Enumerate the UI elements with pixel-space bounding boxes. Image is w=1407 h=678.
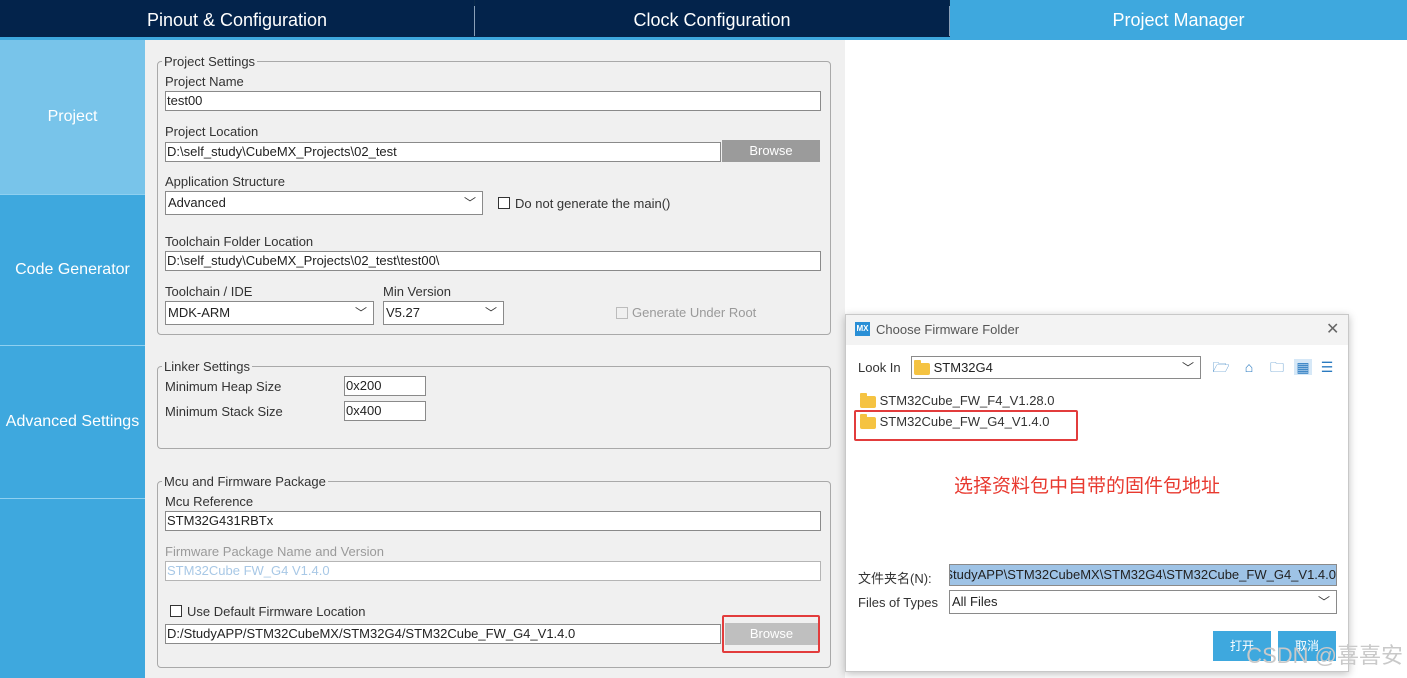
application-structure-select[interactable]: Advanced ﹀ [165,191,483,215]
folder-name-value: StudyAPP\STM32CubeMX\STM32G4\STM32Cube_F… [949,567,1336,582]
sidebar-item-project[interactable]: Project [0,40,145,194]
folder-name-input[interactable]: StudyAPP\STM32CubeMX\STM32G4\STM32Cube_F… [949,564,1337,586]
stack-size-label: Minimum Stack Size [165,404,283,419]
sidebar-item-advanced-settings[interactable]: Advanced Settings [0,346,145,498]
select-value: Advanced [168,195,226,210]
firmware-location-input[interactable]: D:/StudyAPP/STM32CubeMX/STM32G4/STM32Cub… [165,624,721,644]
default-firmware-location-label: Use Default Firmware Location [187,604,366,619]
selection-highlight-box [854,410,1078,441]
project-name-label: Project Name [165,74,244,89]
chevron-down-icon: ﹀ [1317,595,1330,609]
toolchain-folder-label: Toolchain Folder Location [165,234,314,249]
top-tab-bar: Pinout & Configuration Clock Configurati… [0,0,1407,40]
project-name-input[interactable]: test00 [165,91,821,111]
file-types-select[interactable]: All Files ﹀ [949,590,1337,614]
folder-icon [860,392,876,408]
folder-icon [914,359,930,375]
firmware-package-label: Firmware Package Name and Version [165,544,384,559]
annotation-text: 选择资料包中自带的固件包地址 [954,476,1221,497]
group-legend: Project Settings [164,54,256,69]
select-value: All Files [952,594,998,609]
project-location-input[interactable]: D:\self_study\CubeMX_Projects\02_test [165,142,721,162]
select-value: MDK-ARM [168,305,231,320]
file-types-label: Files of Types [858,595,938,610]
no-main-label: Do not generate the main() [515,196,671,211]
chevron-down-icon: ﹀ [1181,361,1194,375]
generate-under-root-checkbox[interactable] [616,307,628,319]
stack-size-input[interactable]: 0x400 [344,401,426,421]
firmware-package-input[interactable]: STM32Cube FW_G4 V1.4.0 [165,561,821,581]
details-view-icon[interactable]: ☰ [1318,359,1336,375]
close-icon[interactable]: ✕ [1326,319,1339,339]
group-legend: Mcu and Firmware Package [164,474,326,489]
tab-label: Pinout & Configuration [146,10,328,30]
watermark-text: CSDN @喜喜安 [1246,643,1403,668]
file-name: STM32Cube_FW_F4_V1.28.0 [879,393,1055,408]
look-in-label: Look In [858,360,901,375]
min-version-select[interactable]: V5.27 ﹀ [383,301,504,325]
dialog-title: Choose Firmware Folder [876,322,1020,337]
folder-name-label: 文件夹名(N): [858,571,932,586]
sidebar-item-code-generator[interactable]: Code Generator [0,195,145,345]
application-structure-label: Application Structure [165,174,285,189]
select-value: V5.27 [386,305,420,320]
min-version-label: Min Version [383,284,451,299]
generate-under-root-label: Generate Under Root [632,305,757,320]
up-folder-icon[interactable]: 🗁 [1212,359,1230,375]
mcu-reference-input[interactable]: STM32G431RBTx [165,511,821,531]
chevron-down-icon: ﹀ [484,306,497,320]
tab-label: Clock Configuration [633,10,791,30]
home-icon[interactable]: ⌂ [1240,359,1258,375]
project-location-label: Project Location [165,124,259,139]
tab-pinout-configuration[interactable]: Pinout & Configuration [0,0,474,37]
sidebar-divider [0,498,145,499]
group-legend: Linker Settings [164,359,250,374]
heap-size-label: Minimum Heap Size [165,379,282,394]
mcu-reference-label: Mcu Reference [165,494,254,509]
new-folder-icon[interactable]: 🗀 [1268,359,1286,375]
choose-firmware-folder-dialog: MX Choose Firmware Folder ✕ Look In STM3… [845,314,1349,672]
project-location-browse-button[interactable]: Browse [722,140,820,162]
sidebar-item-label: Code Generator [15,261,130,278]
toolchain-ide-label: Toolchain / IDE [165,284,253,299]
project-manager-panel: Project Settings Project Name test00 Pro… [145,40,845,678]
toolchain-ide-select[interactable]: MDK-ARM ﹀ [165,301,374,325]
tab-project-manager[interactable]: Project Manager [950,0,1407,40]
tab-clock-configuration[interactable]: Clock Configuration [475,0,949,37]
no-main-checkbox[interactable] [498,197,510,209]
list-view-icon[interactable]: ▦ [1294,359,1312,375]
mx-logo-icon: MX [855,322,870,336]
sidebar-item-label: Project [47,108,98,125]
file-list-item[interactable]: STM32Cube_FW_F4_V1.28.0 [860,392,1055,408]
look-in-select[interactable]: STM32G4 ﹀ [911,356,1201,379]
default-firmware-location-checkbox[interactable] [170,605,182,617]
heap-size-input[interactable]: 0x200 [344,376,426,396]
select-value: STM32G4 [933,360,993,375]
chevron-down-icon: ﹀ [463,196,476,210]
chevron-down-icon: ﹀ [354,306,367,320]
sidebar: Project Code Generator Advanced Settings [0,40,145,678]
tab-label: Project Manager [1112,10,1245,30]
browse-highlight-box [722,615,820,653]
sidebar-item-label: Advanced Settings [5,413,140,430]
toolchain-folder-input[interactable]: D:\self_study\CubeMX_Projects\02_test\te… [165,251,821,271]
dialog-title-bar: MX Choose Firmware Folder ✕ [846,315,1348,345]
